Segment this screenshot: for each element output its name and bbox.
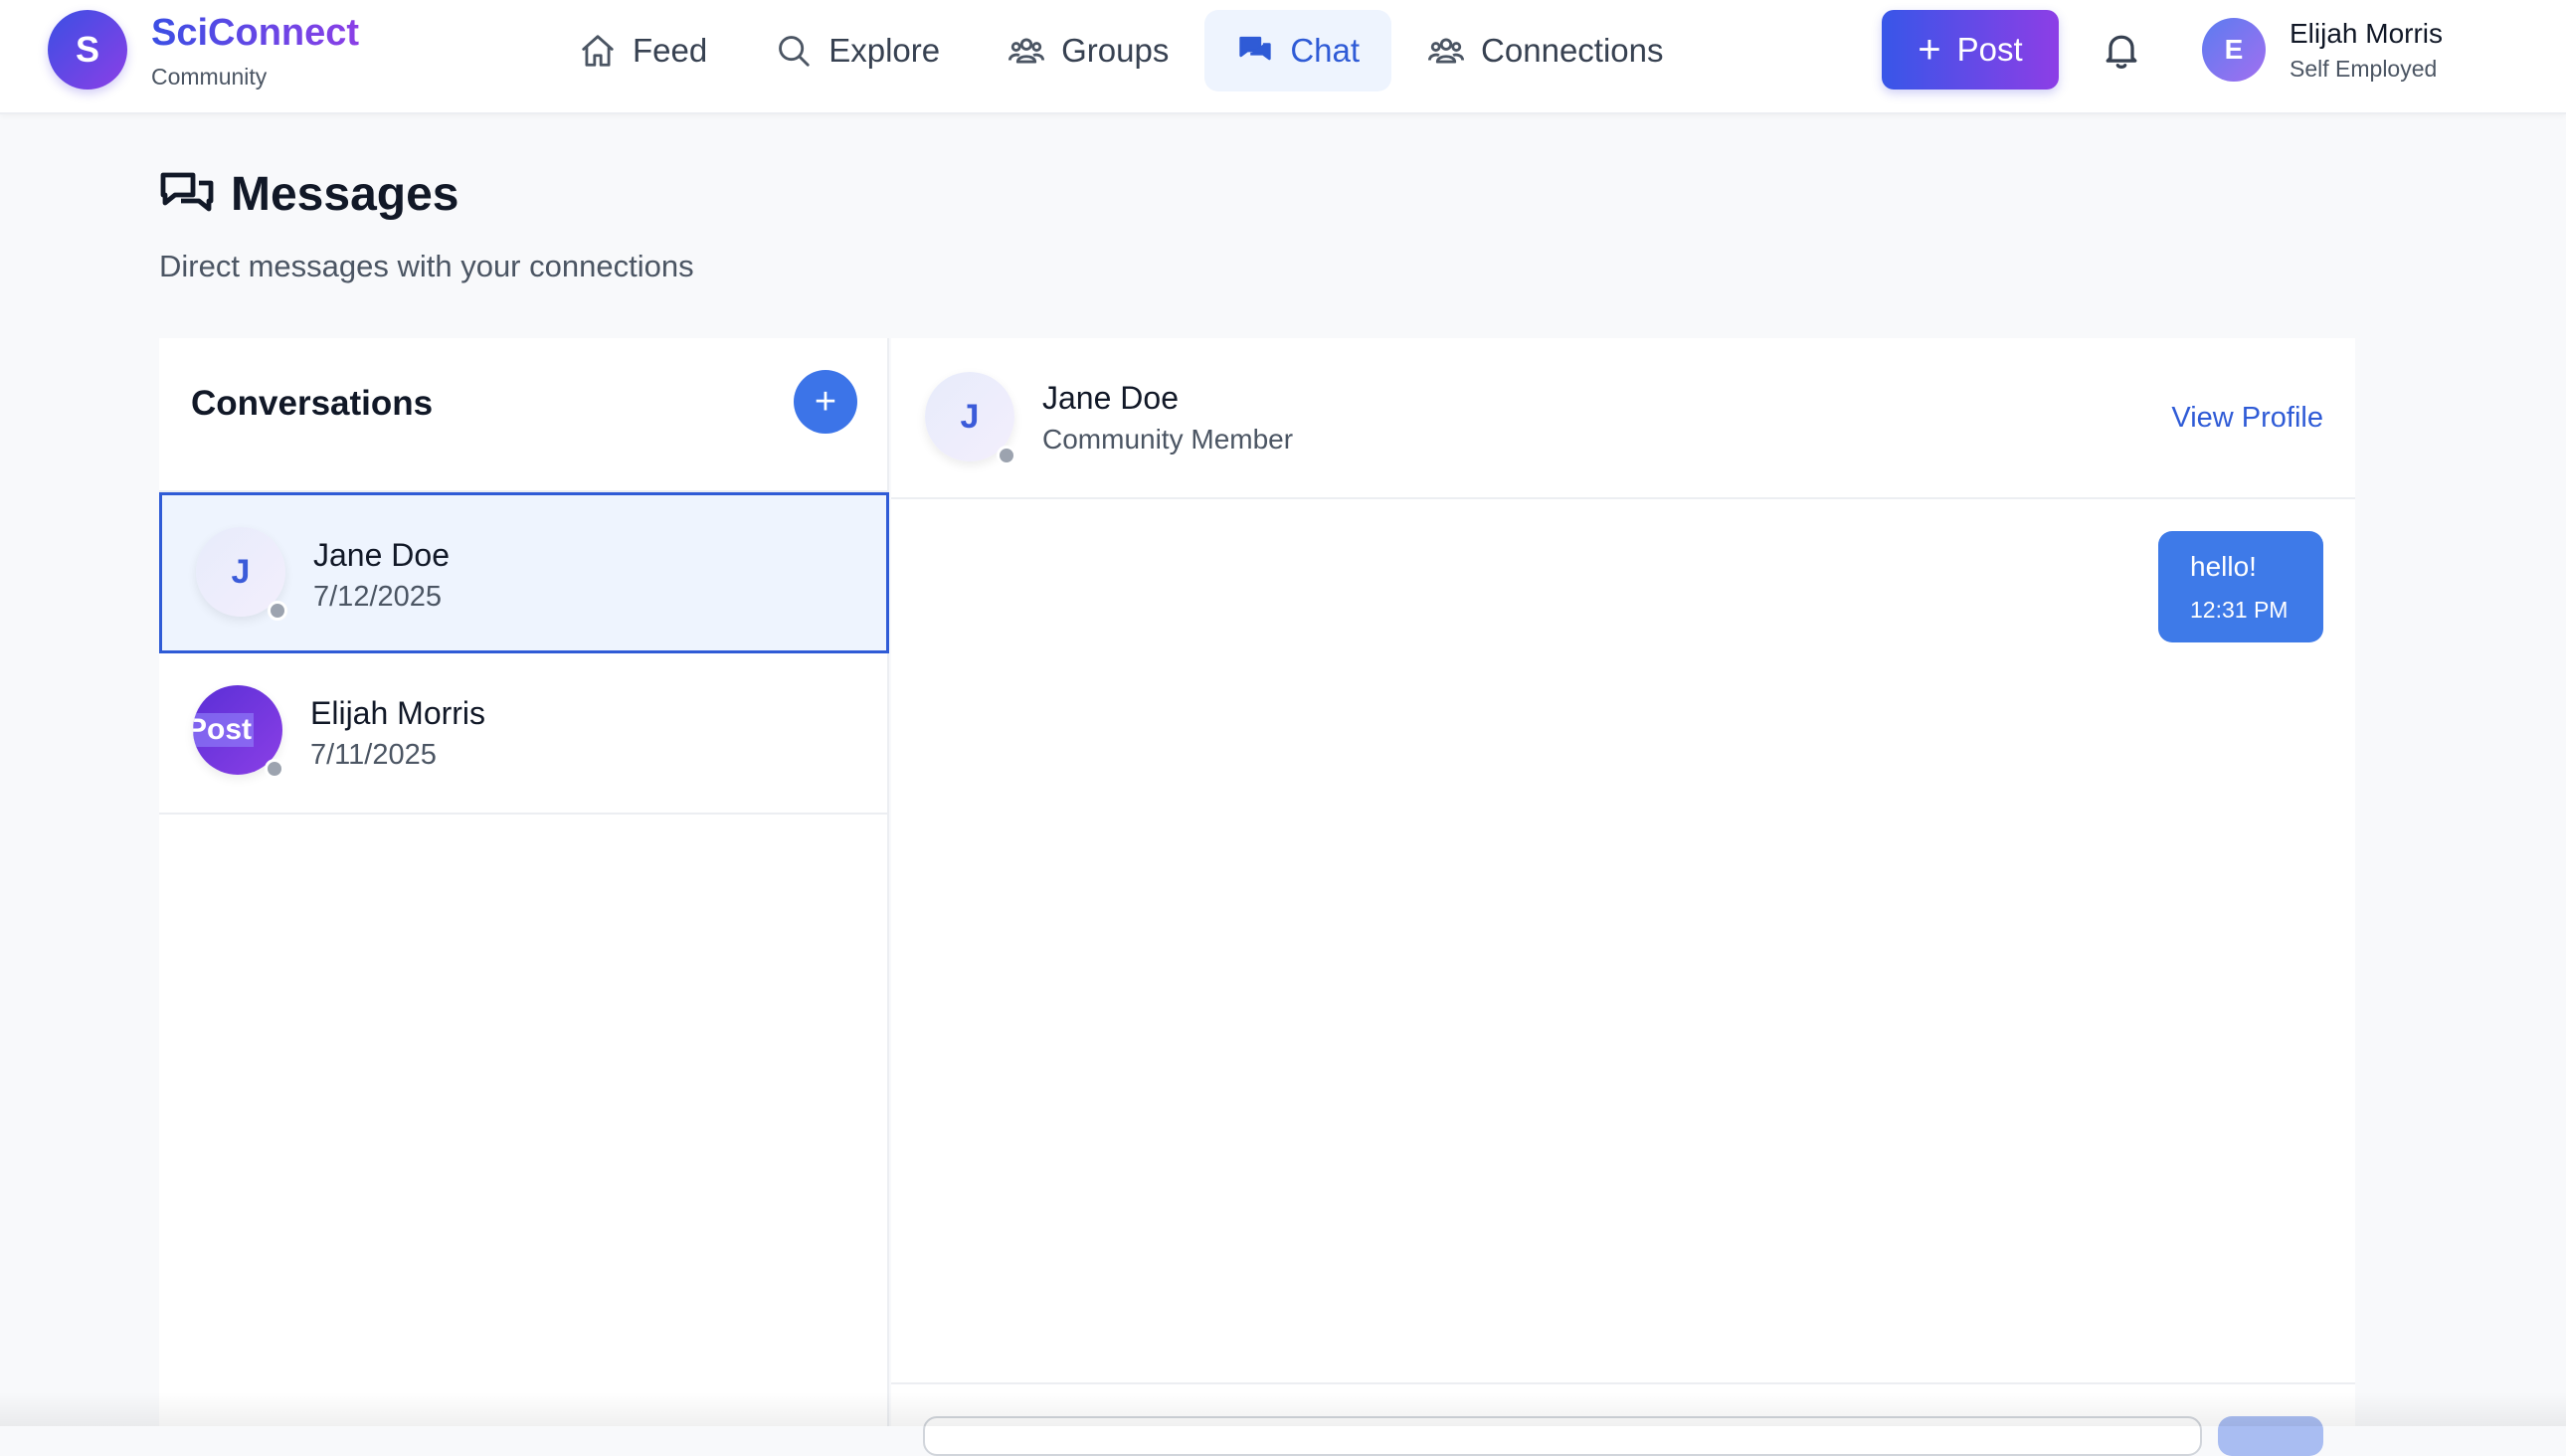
nav-item-feed[interactable]: Feed	[547, 10, 739, 91]
nav-item-label: Feed	[633, 32, 708, 69]
message-text: hello!	[2190, 551, 2257, 582]
conversation-item[interactable]: Post Elijah Morris 7/11/2025	[159, 653, 889, 815]
status-indicator	[268, 601, 287, 621]
view-profile-link[interactable]: View Profile	[2171, 402, 2323, 435]
plus-icon: +	[814, 381, 837, 423]
nav-item-label: Explore	[828, 32, 941, 69]
page-subtitle: Direct messages with your connections	[159, 249, 694, 283]
nav-item-explore[interactable]: Explore	[743, 10, 972, 91]
conversations-panel: Conversations + J Jane Doe 7/12/2025 Pos…	[159, 338, 889, 1426]
create-post-label: Post	[1956, 31, 2023, 68]
conversation-date: 7/12/2025	[313, 581, 443, 613]
status-indicator	[265, 759, 284, 779]
brand-name[interactable]: SciConnect	[151, 12, 359, 55]
user-role: Self Employed	[2290, 56, 2438, 82]
avatar-image-text: Post	[193, 713, 255, 747]
conversation-name: Jane Doe	[313, 537, 450, 573]
new-conversation-button[interactable]: +	[794, 370, 857, 434]
conversations-header: Conversations +	[159, 338, 889, 492]
plus-icon: +	[1918, 28, 1941, 72]
send-button[interactable]	[2218, 1416, 2323, 1456]
nav-item-label: Connections	[1481, 32, 1664, 69]
chat-panel: J Jane Doe Community Member View Profile…	[891, 338, 2355, 1456]
brand-logo[interactable]: S	[48, 10, 127, 90]
page-title: Messages	[231, 168, 459, 221]
top-navigation-bar: S SciConnect Community Feed Explore Grou…	[0, 0, 2566, 114]
user-avatar[interactable]: E	[2202, 18, 2266, 82]
message-time: 12:31 PM	[2190, 597, 2289, 623]
chat-contact-name: Jane Doe	[1042, 380, 1179, 416]
message-input[interactable]	[923, 1416, 2202, 1456]
nav-item-chat[interactable]: Chat	[1204, 10, 1392, 91]
conversation-item[interactable]: J Jane Doe 7/12/2025	[159, 492, 889, 653]
conversation-name: Elijah Morris	[310, 695, 486, 731]
nav-item-connections[interactable]: Connections	[1395, 10, 1695, 91]
messages-icon	[159, 169, 215, 221]
users-icon	[1427, 38, 1465, 64]
conversations-title: Conversations	[191, 384, 434, 423]
chat-icon	[1239, 36, 1272, 61]
bell-icon	[2106, 35, 2137, 69]
chat-header: J Jane Doe Community Member View Profile	[891, 338, 2355, 499]
divider	[891, 1382, 2355, 1384]
conversation-date: 7/11/2025	[310, 739, 437, 771]
search-icon	[779, 36, 810, 67]
chat-contact-role: Community Member	[1042, 424, 1294, 455]
users-icon	[1008, 38, 1045, 64]
message-bubble: hello! 12:31 PM	[2158, 531, 2323, 642]
nav-item-groups[interactable]: Groups	[976, 10, 1200, 91]
nav-item-label: Chat	[1290, 32, 1361, 69]
home-icon	[582, 35, 614, 67]
user-name[interactable]: Elijah Morris	[2290, 18, 2443, 50]
main-nav: Feed Explore Groups Chat Connections	[547, 10, 1700, 91]
create-post-button[interactable]: + Post	[1882, 10, 2059, 90]
status-indicator	[997, 446, 1016, 465]
notifications-button[interactable]	[2100, 29, 2143, 73]
brand-subtitle: Community	[151, 64, 268, 90]
nav-item-label: Groups	[1061, 32, 1170, 69]
